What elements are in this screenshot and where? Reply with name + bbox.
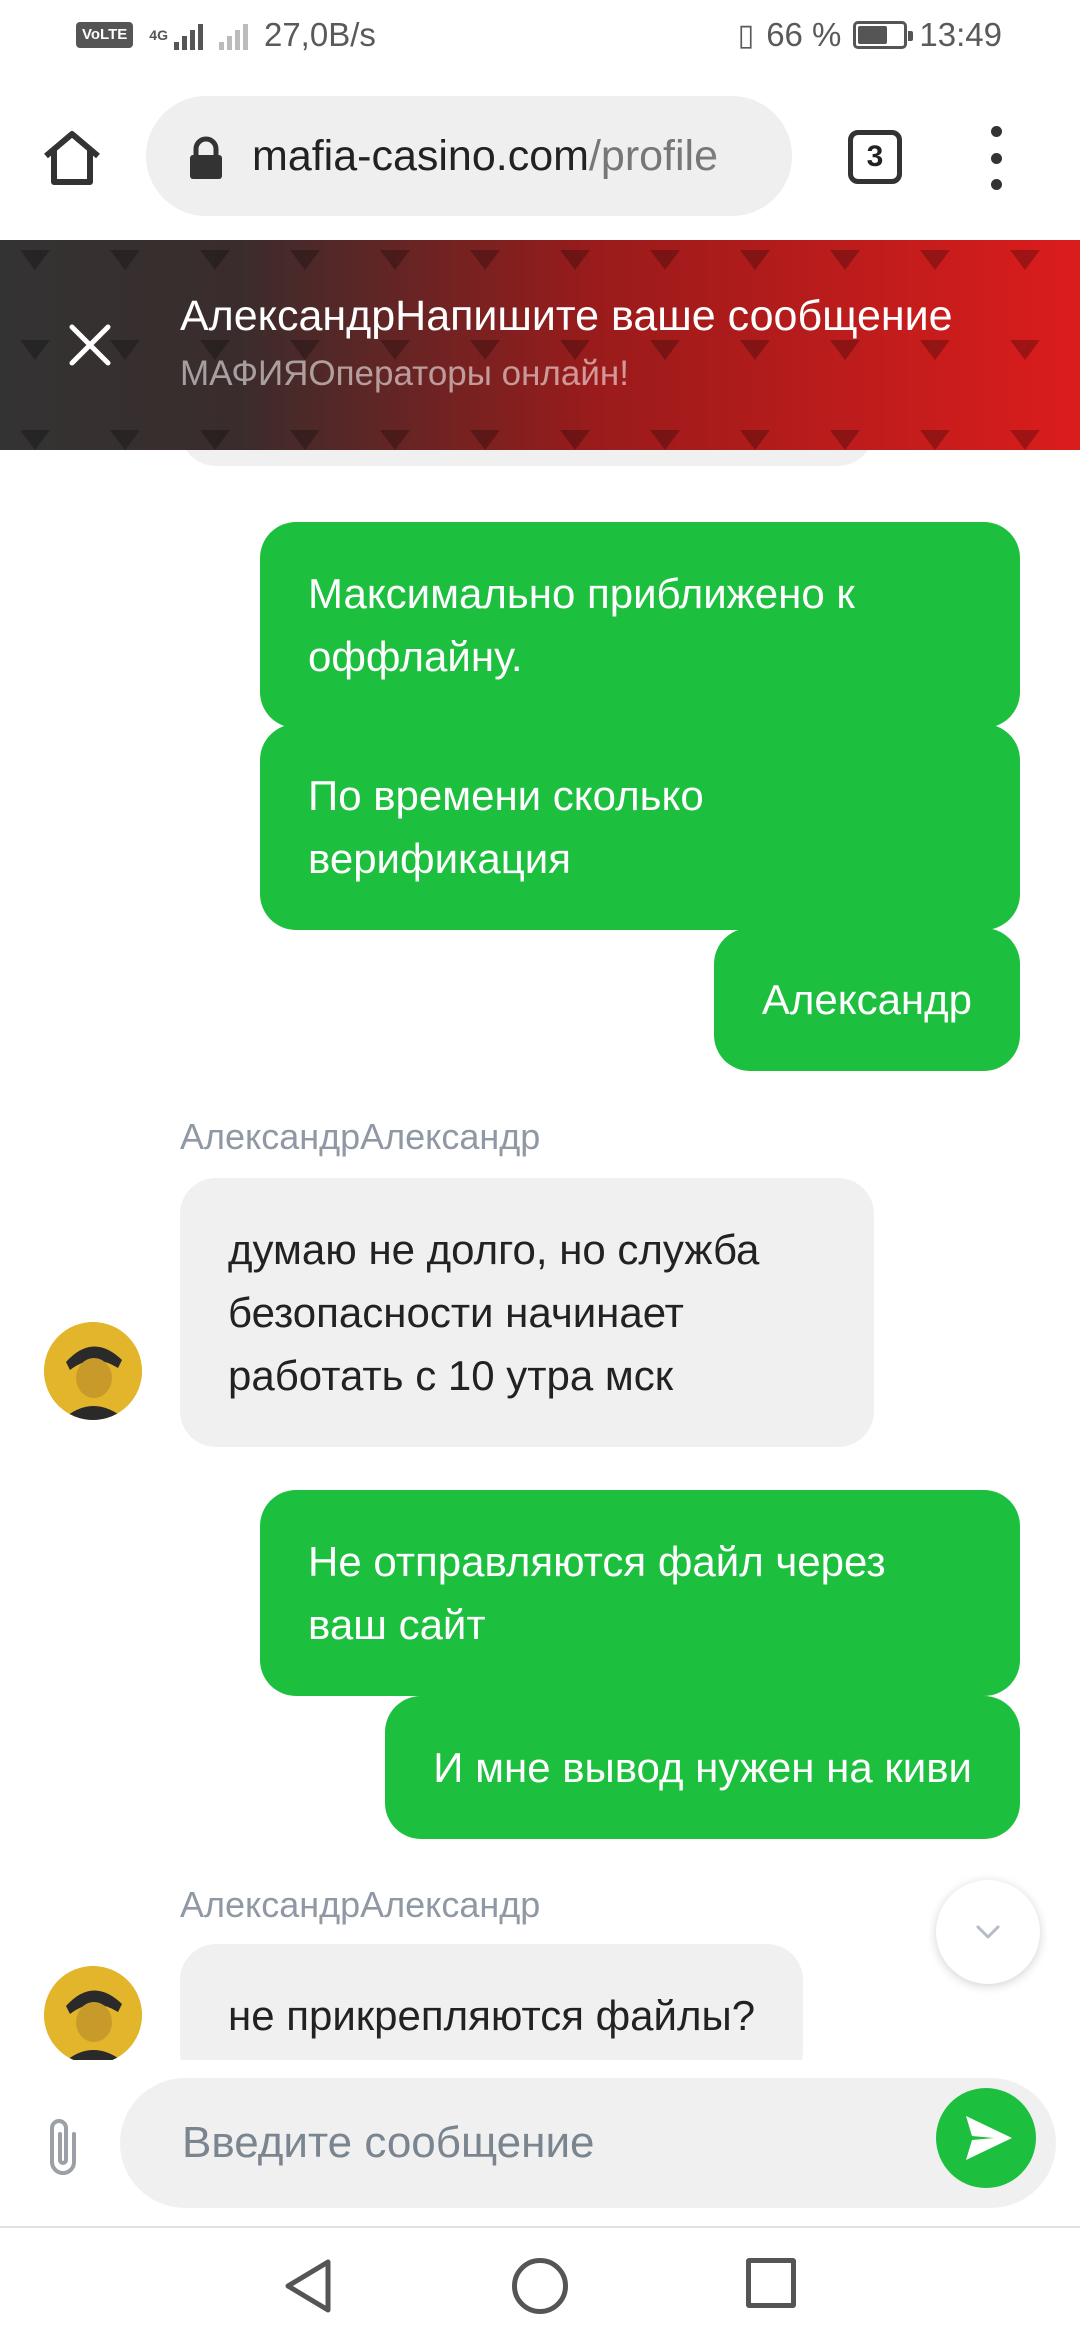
lock-icon bbox=[186, 136, 226, 180]
header-pattern bbox=[0, 240, 1080, 450]
outgoing-message: Максимально приближено к оффлайну. bbox=[260, 522, 1020, 728]
clock: 13:49 bbox=[919, 16, 1002, 53]
avatar bbox=[44, 1966, 142, 2060]
chat-header: АлександрНапишите ваше сообщение МАФИЯОп… bbox=[0, 240, 1080, 450]
chat-subtitle: МАФИЯОператоры онлайн! bbox=[180, 354, 629, 393]
composer bbox=[0, 2060, 1080, 2226]
close-icon[interactable] bbox=[60, 315, 120, 375]
send-button[interactable] bbox=[936, 2088, 1036, 2188]
battery-icon bbox=[853, 21, 914, 49]
chat-title: АлександрНапишите ваше сообщение bbox=[180, 292, 953, 340]
send-icon bbox=[966, 2116, 1012, 2160]
signal-icon-secondary bbox=[218, 20, 248, 50]
outgoing-message: Не отправляются файл через ваш сайт bbox=[260, 1490, 1020, 1696]
sender-name: АлександрАлександр bbox=[180, 1884, 541, 1925]
battery-level bbox=[858, 26, 888, 44]
system-nav-bar bbox=[0, 2226, 1080, 2340]
scroll-down-button[interactable] bbox=[936, 1880, 1040, 1984]
outgoing-message: По времени сколько верификация bbox=[260, 724, 1020, 930]
url-bar[interactable]: mafia-casino.com/profile bbox=[146, 96, 792, 216]
url-host: mafia-casino.com bbox=[252, 132, 589, 180]
network-speed: 27,0B/s bbox=[263, 16, 376, 53]
message-input[interactable] bbox=[120, 2078, 1056, 2208]
incoming-message: думаю не долго, но служба безопасности н… bbox=[180, 1178, 874, 1447]
url-path: /profile bbox=[588, 132, 719, 180]
recent-apps-icon[interactable] bbox=[746, 2258, 796, 2308]
home-icon[interactable] bbox=[40, 126, 104, 190]
status-bar: VoLTE 4G 27,0B/s ▯ 66 % 13:49 bbox=[0, 0, 1080, 76]
chevron-down-icon bbox=[976, 1925, 1000, 1939]
outgoing-message: И мне вывод нужен на киви bbox=[385, 1696, 1020, 1839]
outgoing-message: Александр bbox=[713, 928, 1020, 1071]
paperclip-icon[interactable] bbox=[40, 2114, 86, 2180]
browser-toolbar: mafia-casino.com/profile 3 bbox=[0, 76, 1080, 238]
url-text[interactable]: mafia-casino.com/profile bbox=[252, 132, 772, 181]
home-nav-icon[interactable] bbox=[512, 2258, 568, 2314]
message-list[interactable]: Максимально приближено к оффлайну. По вр… bbox=[0, 450, 1080, 2060]
battery-percent: 66 % bbox=[766, 16, 842, 53]
sender-name: АлександрАлександр bbox=[180, 1116, 541, 1157]
incoming-message: не прикрепляются файлы? bbox=[180, 1944, 804, 2060]
signal-icon bbox=[173, 20, 203, 50]
partial-incoming-bubble bbox=[180, 450, 874, 466]
network-type: 4G bbox=[149, 27, 168, 43]
vibrate-icon: ▯ bbox=[737, 18, 755, 52]
more-vert-icon[interactable] bbox=[984, 126, 1008, 190]
back-icon[interactable] bbox=[280, 2256, 336, 2316]
volte-icon: VoLTE bbox=[76, 22, 134, 48]
tabs-icon[interactable]: 3 bbox=[848, 130, 902, 184]
avatar bbox=[44, 1322, 142, 1420]
